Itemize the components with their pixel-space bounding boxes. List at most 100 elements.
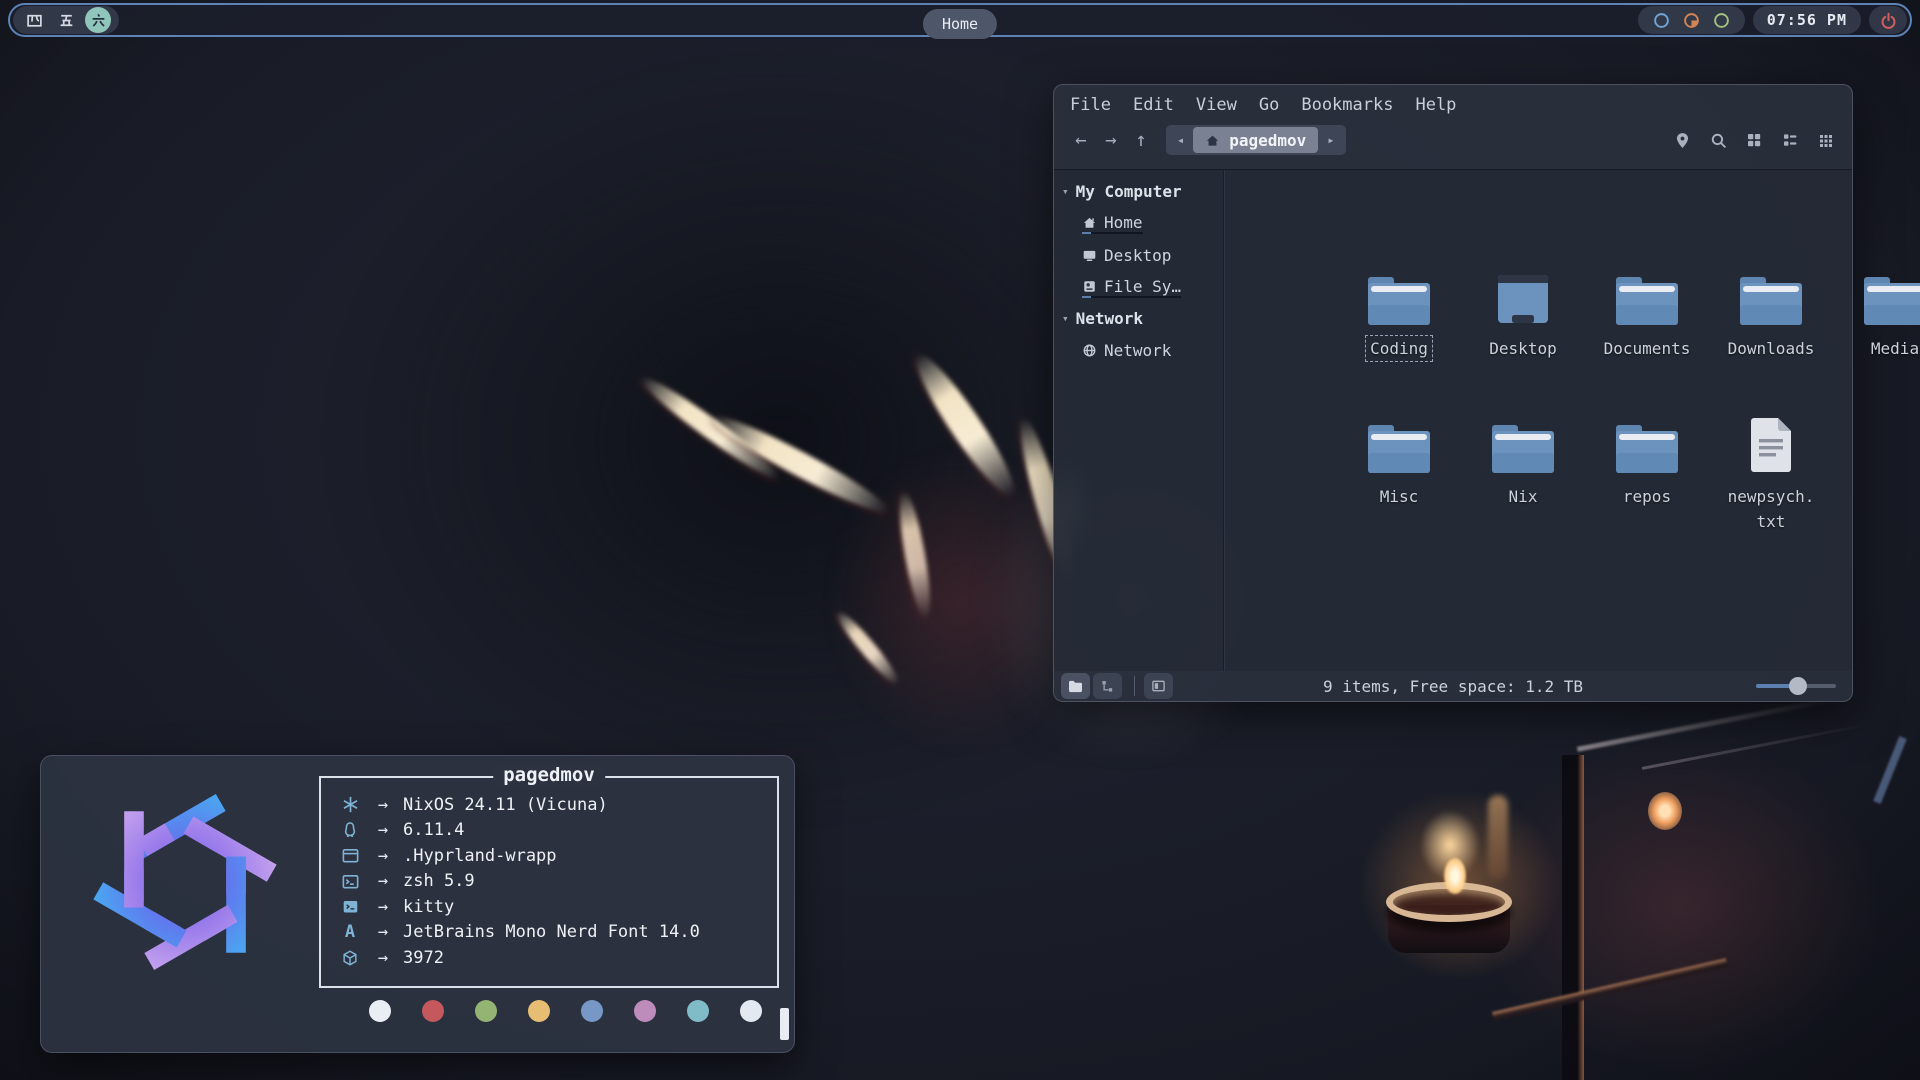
fetch-row-os: →NixOS 24.11 (Vicuna) (337, 792, 761, 818)
fetch-row-wm: →.Hyprland-wrapp (337, 843, 761, 869)
folder-mini-icon (1068, 680, 1083, 693)
back-button[interactable]: ← (1066, 129, 1096, 151)
palette-dot (740, 1000, 762, 1022)
sidebar-item-desktop[interactable]: Desktop (1054, 239, 1223, 271)
status-text: 9 items, Free space: 1.2 TB (1323, 677, 1583, 696)
folder-icon (1616, 423, 1678, 473)
cjk-five-glyph (58, 12, 75, 29)
file-item-downloads[interactable]: Downloads (1709, 275, 1833, 361)
file-grid: Coding Desktop Documents (1224, 170, 1852, 671)
status-bar: 9 items, Free space: 1.2 TB (1054, 671, 1852, 701)
tree-mini-icon (1100, 679, 1115, 694)
terminal-icon (342, 898, 359, 915)
filesystem-icon (1082, 279, 1097, 294)
side-pane-icon (1151, 679, 1166, 693)
menu-edit[interactable]: Edit (1133, 95, 1174, 115)
fetch-row-kernel: →6.11.4 (337, 818, 761, 844)
menu-help[interactable]: Help (1415, 95, 1456, 115)
list-view-icon (1782, 132, 1798, 148)
zoom-slider[interactable] (1756, 677, 1836, 695)
file-item-documents[interactable]: Documents (1585, 275, 1709, 361)
top-bar-right: 07:56 PM (1638, 6, 1907, 34)
tray-app-icon-blue[interactable] (1653, 12, 1670, 29)
folder-icon (1864, 275, 1920, 325)
terminal-color-palette (369, 1000, 762, 1022)
fastfetch-username: pagedmov (493, 764, 605, 786)
search-button[interactable] (1704, 127, 1732, 153)
workspace-6-active[interactable] (85, 7, 111, 33)
packages-icon (341, 949, 359, 967)
power-button[interactable] (1869, 6, 1907, 34)
status-separator (1134, 676, 1135, 696)
fastfetch-box: pagedmov →NixOS 24.11 (Vicuna) →6.11.4 →… (319, 776, 779, 988)
menu-view[interactable]: View (1196, 95, 1237, 115)
file-item-desktop[interactable]: Desktop (1461, 275, 1585, 361)
system-tray (1638, 6, 1745, 34)
compact-view-button[interactable] (1812, 127, 1840, 153)
file-item-newpsych-txt[interactable]: newpsych. txt (1709, 423, 1833, 534)
kernel-penguin-icon (341, 821, 359, 839)
palette-dot (581, 1000, 603, 1022)
location-button[interactable] (1668, 127, 1696, 153)
menu-bookmarks[interactable]: Bookmarks (1301, 95, 1393, 115)
path-scroll-left-icon[interactable]: ◂ (1168, 133, 1193, 147)
list-view-button[interactable] (1776, 127, 1804, 153)
nixos-logo (77, 774, 293, 990)
folder-icon (1616, 275, 1678, 325)
file-manager-body: ▾ My Computer Home Desktop File Sy… (1054, 169, 1852, 671)
slider-knob[interactable] (1789, 677, 1807, 695)
up-button[interactable]: ↑ (1126, 129, 1156, 151)
workspace-switcher (13, 6, 119, 34)
menu-go[interactable]: Go (1259, 95, 1279, 115)
folder-icon (1368, 423, 1430, 473)
home-icon (1082, 215, 1097, 230)
active-window-title: Home (923, 9, 997, 39)
sidebar-section-network[interactable]: ▾ Network (1054, 303, 1223, 334)
sidebar-item-network[interactable]: Network (1054, 334, 1223, 366)
file-item-misc[interactable]: Misc (1337, 423, 1461, 509)
menu-bar: File Edit View Go Bookmarks Help (1054, 85, 1852, 121)
file-item-coding[interactable]: Coding (1337, 275, 1461, 361)
search-icon (1710, 132, 1727, 149)
expander-icon[interactable]: ▾ (1062, 312, 1069, 325)
wm-window-icon (341, 846, 360, 865)
workspace-5[interactable] (53, 7, 79, 33)
path-scroll-right-icon[interactable]: ▸ (1318, 133, 1343, 147)
icon-view-icon (1746, 132, 1762, 148)
home-icon (1205, 133, 1220, 148)
palette-dot (369, 1000, 391, 1022)
palette-dot (634, 1000, 656, 1022)
path-segment-home[interactable]: pagedmov (1193, 127, 1318, 153)
sidebar-item-filesystem[interactable]: File Sy… (1054, 271, 1223, 303)
workspace-4[interactable] (21, 7, 47, 33)
tray-app-icon-green[interactable] (1713, 12, 1730, 29)
terminal-window[interactable]: pagedmov →NixOS 24.11 (Vicuna) →6.11.4 →… (40, 755, 795, 1053)
fetch-row-terminal: →kitty (337, 894, 761, 920)
nix-os-icon (341, 795, 360, 814)
folder-icon (1492, 423, 1554, 473)
cjk-six-glyph (90, 12, 107, 29)
show-tree-button[interactable] (1093, 673, 1122, 699)
top-bar: Home 07:56 PM (8, 3, 1912, 37)
palette-dot (422, 1000, 444, 1022)
palette-dot (687, 1000, 709, 1022)
tray-app-icon-orange[interactable] (1683, 12, 1700, 29)
terminal-cursor (780, 1008, 789, 1040)
file-item-nix[interactable]: Nix (1461, 423, 1585, 509)
menu-file[interactable]: File (1070, 95, 1111, 115)
icon-view-button[interactable] (1740, 127, 1768, 153)
file-item-repos[interactable]: repos (1585, 423, 1709, 509)
toggle-side-pane-button[interactable] (1144, 673, 1173, 699)
palette-dot (475, 1000, 497, 1022)
sidebar-section-my-computer[interactable]: ▾ My Computer (1054, 176, 1223, 207)
fetch-row-packages: →3972 (337, 945, 761, 971)
expander-icon[interactable]: ▾ (1062, 185, 1069, 198)
clock[interactable]: 07:56 PM (1753, 6, 1861, 34)
sidebar-item-home[interactable]: Home (1054, 207, 1223, 239)
forward-button[interactable]: → (1096, 129, 1126, 151)
power-icon (1880, 12, 1897, 29)
folder-icon (1368, 275, 1430, 325)
show-folders-button[interactable] (1061, 673, 1090, 699)
toolbar: ← → ↑ ◂ pagedmov ▸ (1054, 121, 1852, 159)
file-item-media[interactable]: Media (1833, 275, 1920, 361)
